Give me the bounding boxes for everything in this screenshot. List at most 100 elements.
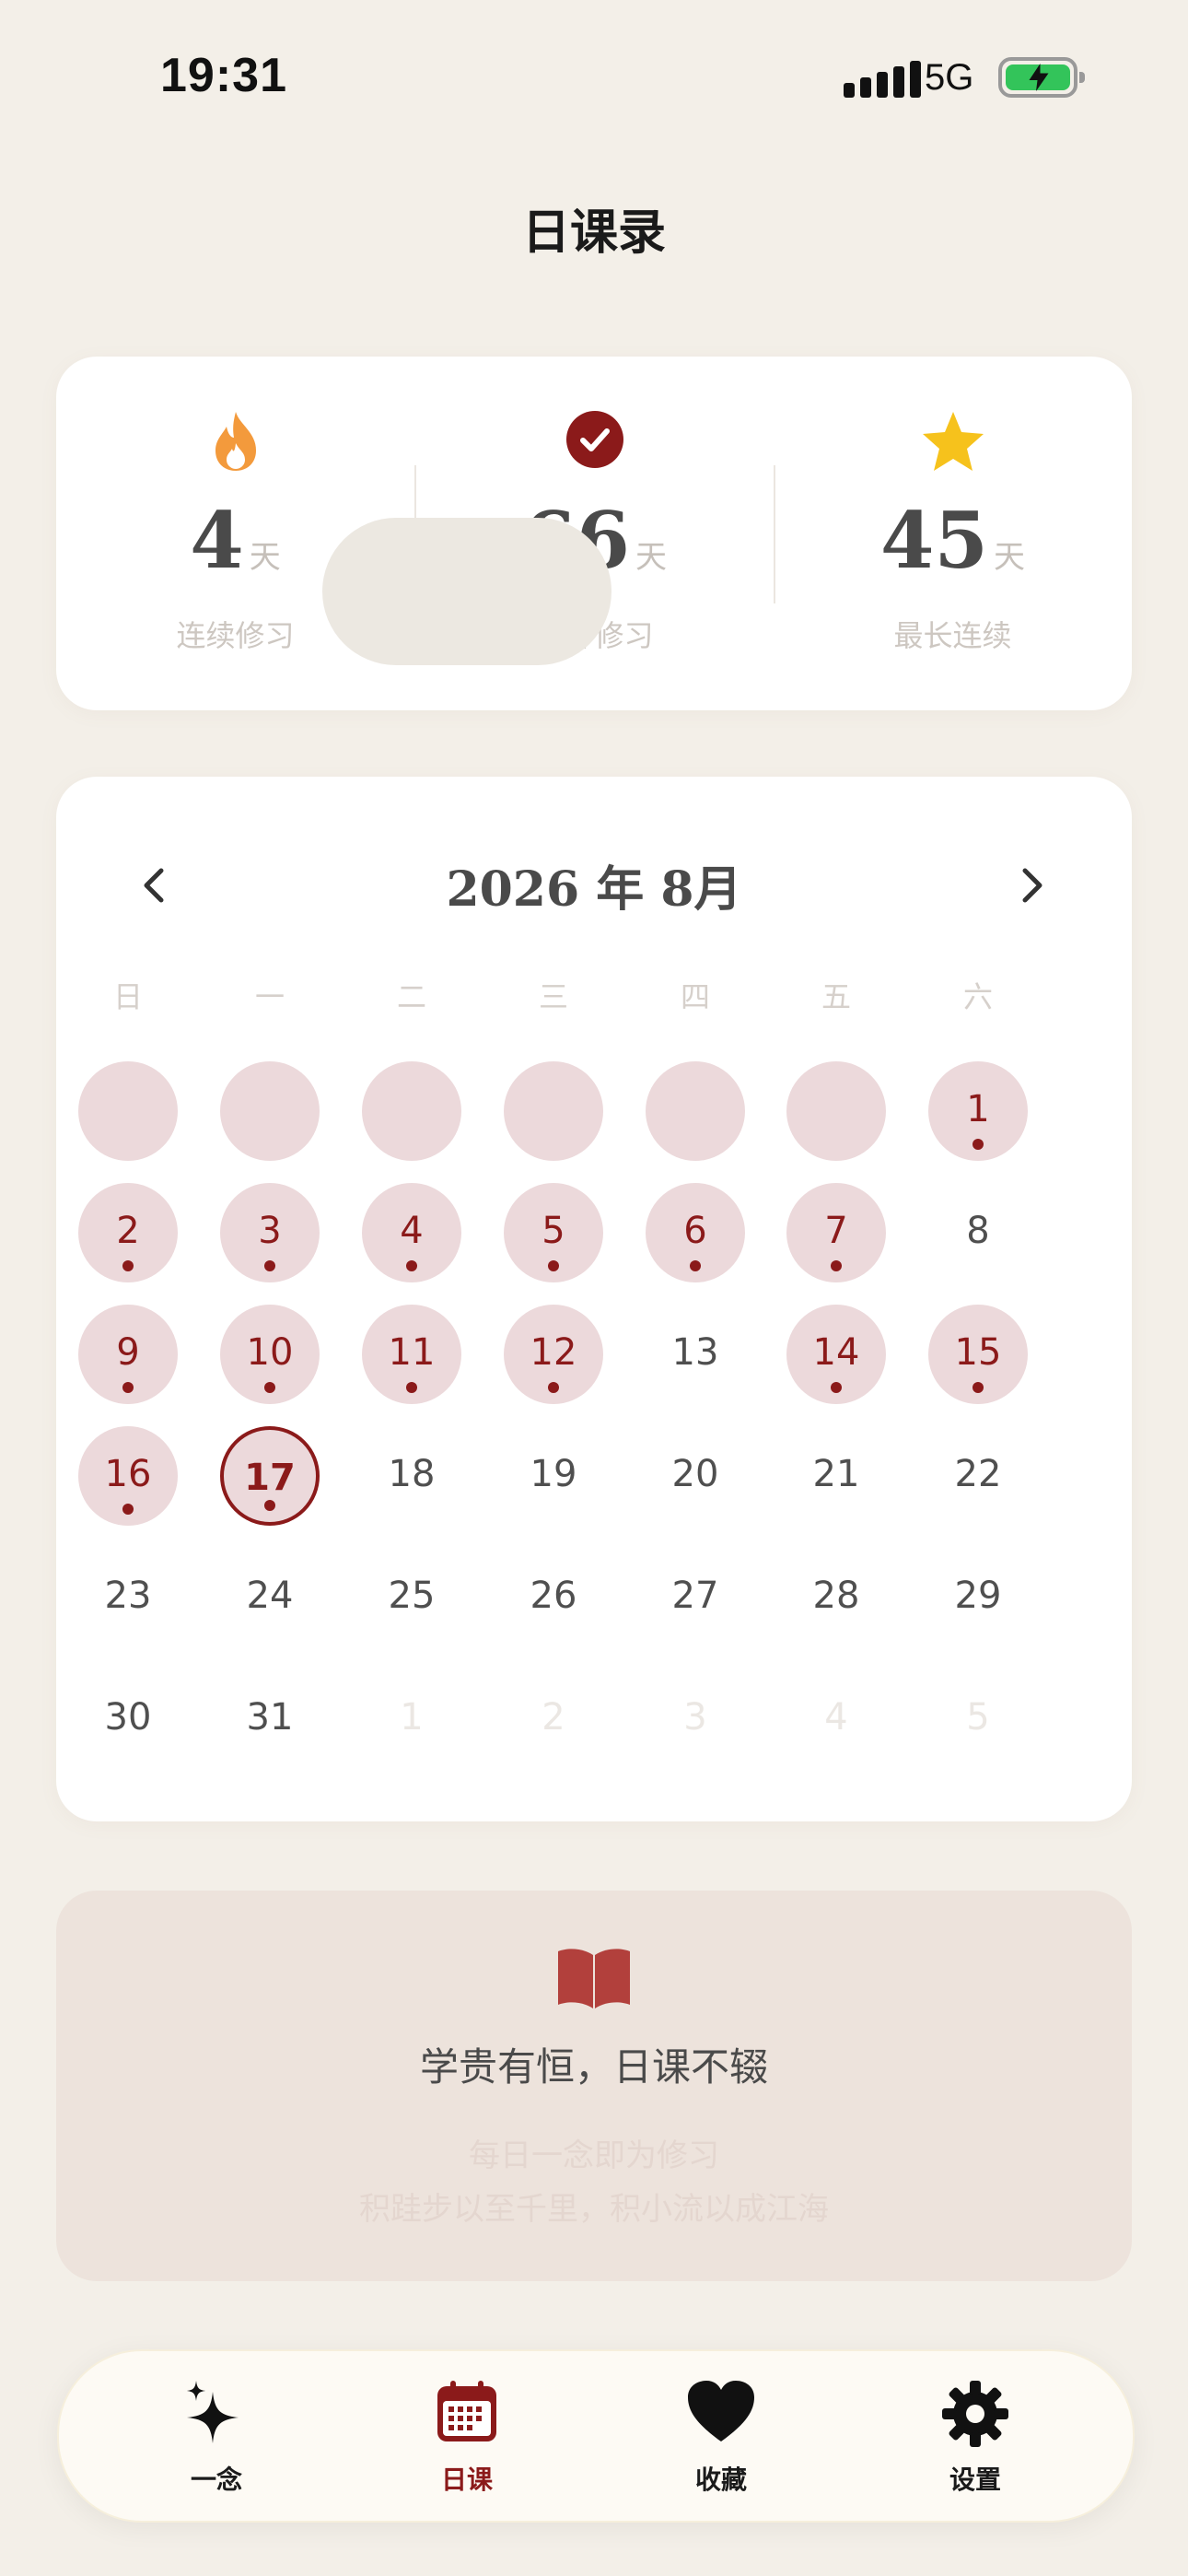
calendar-day[interactable]: 20 (646, 1426, 745, 1526)
calendar-day[interactable]: 24 (220, 1548, 320, 1647)
calendar-day[interactable]: 31 (220, 1669, 320, 1769)
weekday-label: 日 (112, 979, 143, 1014)
stat-value: 4 (190, 495, 244, 586)
calendar-month-title: 2026 年 8月 (446, 861, 742, 918)
calendar-day[interactable]: 14 (786, 1305, 886, 1404)
day-number: 5 (542, 1210, 565, 1252)
day-number: 15 (954, 1331, 1002, 1374)
practice-dot (122, 1260, 134, 1271)
practice-dot (264, 1260, 275, 1271)
calendar-day[interactable]: 16 (78, 1426, 178, 1526)
check-circle-icon (415, 410, 774, 476)
day-number: 3 (258, 1210, 282, 1252)
weekday-label: 二 (396, 979, 426, 1014)
calendar-day-placeholder (504, 1061, 603, 1161)
calendar-day[interactable]: 26 (504, 1548, 603, 1647)
calendar-day[interactable]: 18 (362, 1426, 461, 1526)
active-tab-indicator (322, 518, 611, 665)
day-number: 29 (954, 1575, 1002, 1617)
weekday-label: 六 (962, 979, 993, 1014)
weekday-label: 一 (254, 979, 285, 1014)
day-number: 21 (812, 1453, 860, 1495)
practice-dot (973, 1382, 984, 1393)
practice-dot (831, 1260, 842, 1271)
calendar-day[interactable]: 28 (786, 1548, 886, 1647)
calendar-day[interactable]: 21 (786, 1426, 886, 1526)
calendar-day: 4 (786, 1669, 886, 1769)
day-number: 20 (671, 1453, 719, 1495)
day-number: 8 (966, 1210, 990, 1252)
calendar-day[interactable]: 29 (928, 1548, 1028, 1647)
day-number: 24 (246, 1575, 294, 1617)
calendar-day[interactable]: 5 (504, 1183, 603, 1282)
calendar-day: 3 (646, 1669, 745, 1769)
practice-dot (264, 1500, 275, 1511)
calendar-day[interactable]: 17 (220, 1426, 320, 1526)
calendar-day-placeholder (362, 1061, 461, 1161)
calendar-day[interactable]: 13 (646, 1305, 745, 1404)
calendar-day-placeholder (646, 1061, 745, 1161)
day-number: 13 (671, 1331, 719, 1374)
calendar-day[interactable]: 2 (78, 1183, 178, 1282)
day-number: 3 (683, 1696, 707, 1739)
practice-dot (548, 1382, 559, 1393)
day-number: 4 (824, 1696, 848, 1739)
day-number: 31 (246, 1696, 294, 1739)
calendar-day[interactable]: 10 (220, 1305, 320, 1404)
tab-shoucang[interactable]: 收藏 (597, 2349, 845, 2519)
battery-icon (998, 57, 1085, 98)
day-number: 22 (954, 1453, 1002, 1495)
stat-unit: 天 (249, 539, 281, 576)
calendar-day[interactable]: 19 (504, 1426, 603, 1526)
tab-label: 日课 (440, 2465, 493, 2495)
motto-line-2: 积跬步以至千里，积小流以成江海 (359, 2191, 829, 2228)
heart-icon (597, 2379, 845, 2449)
practice-dot (264, 1382, 275, 1393)
practice-dot (122, 1382, 134, 1393)
weekday-label: 四 (680, 979, 710, 1014)
day-number: 28 (812, 1575, 860, 1617)
sparkle-icon (92, 2379, 341, 2449)
motto-line-1: 每日一念即为修习 (469, 2137, 719, 2174)
calendar-day[interactable]: 15 (928, 1305, 1028, 1404)
stat-unit: 天 (635, 539, 667, 576)
calendar-day-placeholder (786, 1061, 886, 1161)
chevron-right-icon (1022, 868, 1042, 903)
day-number: 1 (966, 1088, 990, 1130)
calendar-day[interactable]: 30 (78, 1669, 178, 1769)
calendar-day[interactable]: 11 (362, 1305, 461, 1404)
tab-yinian[interactable]: 一念 (92, 2349, 341, 2519)
calendar-day[interactable]: 4 (362, 1183, 461, 1282)
tab-label: 收藏 (694, 2465, 747, 2495)
weekday-label: 三 (538, 979, 568, 1014)
gear-icon (851, 2379, 1100, 2449)
next-month-button[interactable] (1005, 860, 1056, 911)
motto-card: 学贵有恒，日课不辍 每日一念即为修习 积跬步以至千里，积小流以成江海 (56, 1891, 1132, 2281)
calendar-day[interactable]: 8 (928, 1183, 1028, 1282)
practice-dot (690, 1260, 701, 1271)
practice-dot (122, 1504, 134, 1515)
calendar-day[interactable]: 3 (220, 1183, 320, 1282)
calendar-day[interactable]: 6 (646, 1183, 745, 1282)
tab-rike[interactable]: 日课 (343, 2349, 591, 2519)
calendar-day[interactable]: 22 (928, 1426, 1028, 1526)
day-number: 16 (104, 1453, 152, 1495)
calendar-day[interactable]: 12 (504, 1305, 603, 1404)
calendar-day[interactable]: 23 (78, 1548, 178, 1647)
tab-shezhi[interactable]: 设置 (851, 2349, 1100, 2519)
calendar-day: 5 (928, 1669, 1028, 1769)
calendar-day[interactable]: 9 (78, 1305, 178, 1404)
day-number: 2 (542, 1696, 565, 1739)
calendar-day[interactable]: 7 (786, 1183, 886, 1282)
calendar-day[interactable]: 25 (362, 1548, 461, 1647)
day-number: 5 (966, 1696, 990, 1739)
stat-label: 最长连续 (893, 618, 1012, 653)
day-number: 25 (388, 1575, 436, 1617)
day-number: 14 (812, 1331, 860, 1374)
tab-label: 设置 (949, 2465, 1001, 2495)
calendar-day[interactable]: 1 (928, 1061, 1028, 1161)
day-number: 10 (246, 1331, 294, 1374)
stat-unit: 天 (993, 539, 1025, 576)
day-number: 7 (824, 1210, 848, 1252)
calendar-day[interactable]: 27 (646, 1548, 745, 1647)
